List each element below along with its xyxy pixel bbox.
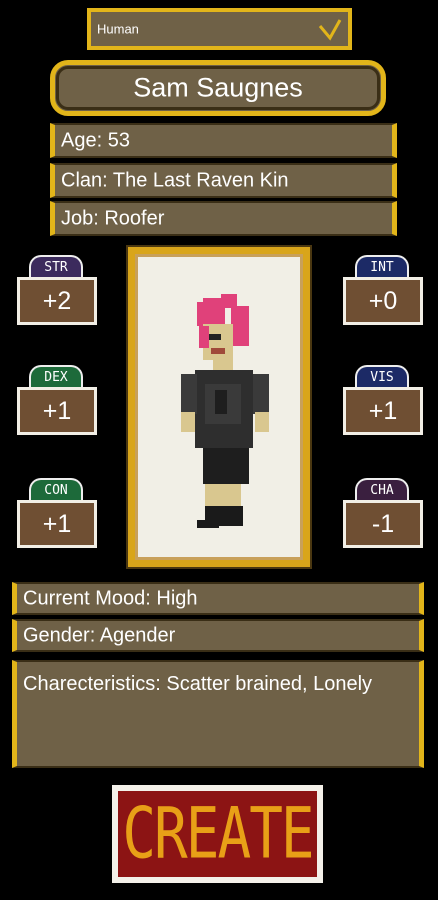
- stat-str: STR +2: [17, 255, 97, 327]
- stat-int-value: +0: [343, 277, 423, 325]
- create-button[interactable]: CREATE: [112, 785, 323, 883]
- stat-dex-label: DEX: [29, 365, 83, 389]
- chevron-down-icon: [318, 19, 342, 41]
- create-button-label: CREATE: [122, 793, 314, 875]
- race-dropdown[interactable]: Human: [87, 8, 352, 50]
- stat-vis-value: +1: [343, 387, 423, 435]
- race-value: Human: [97, 21, 139, 37]
- stat-vis: VIS +1: [343, 365, 423, 437]
- stat-str-label: STR: [29, 255, 83, 279]
- gender-field: Gender: Agender: [12, 619, 424, 652]
- job-field: Job: Roofer: [50, 201, 397, 236]
- character-portrait: [128, 247, 310, 567]
- character-name: Sam Saugnes: [133, 72, 303, 103]
- mood-label: Current Mood: High: [23, 587, 198, 609]
- stat-con-value: +1: [17, 500, 97, 548]
- clan-label: Clan: The Last Raven Kin: [61, 169, 289, 191]
- stat-cha-value: -1: [343, 500, 423, 548]
- characteristics-field: Charecteristics: Scatter brained, Lonely: [12, 660, 424, 768]
- stat-dex-value: +1: [17, 387, 97, 435]
- character-name-plate[interactable]: Sam Saugnes: [50, 60, 386, 116]
- stat-cha-label: CHA: [355, 478, 409, 502]
- stat-con-label: CON: [29, 478, 83, 502]
- gender-label: Gender: Agender: [23, 624, 176, 646]
- stat-cha: CHA -1: [343, 478, 423, 550]
- stat-con: CON +1: [17, 478, 97, 550]
- clan-field: Clan: The Last Raven Kin: [50, 163, 397, 198]
- character-sprite: [181, 294, 269, 528]
- stat-int-label: INT: [355, 255, 409, 279]
- age-label: Age: 53: [61, 129, 130, 151]
- mood-field: Current Mood: High: [12, 582, 424, 615]
- stat-dex: DEX +1: [17, 365, 97, 437]
- characteristics-label: Charecteristics: Scatter brained, Lonely: [23, 673, 373, 695]
- age-field: Age: 53: [50, 123, 397, 158]
- stat-str-value: +2: [17, 277, 97, 325]
- job-label: Job: Roofer: [61, 207, 165, 229]
- stat-vis-label: VIS: [355, 365, 409, 389]
- stat-int: INT +0: [343, 255, 423, 327]
